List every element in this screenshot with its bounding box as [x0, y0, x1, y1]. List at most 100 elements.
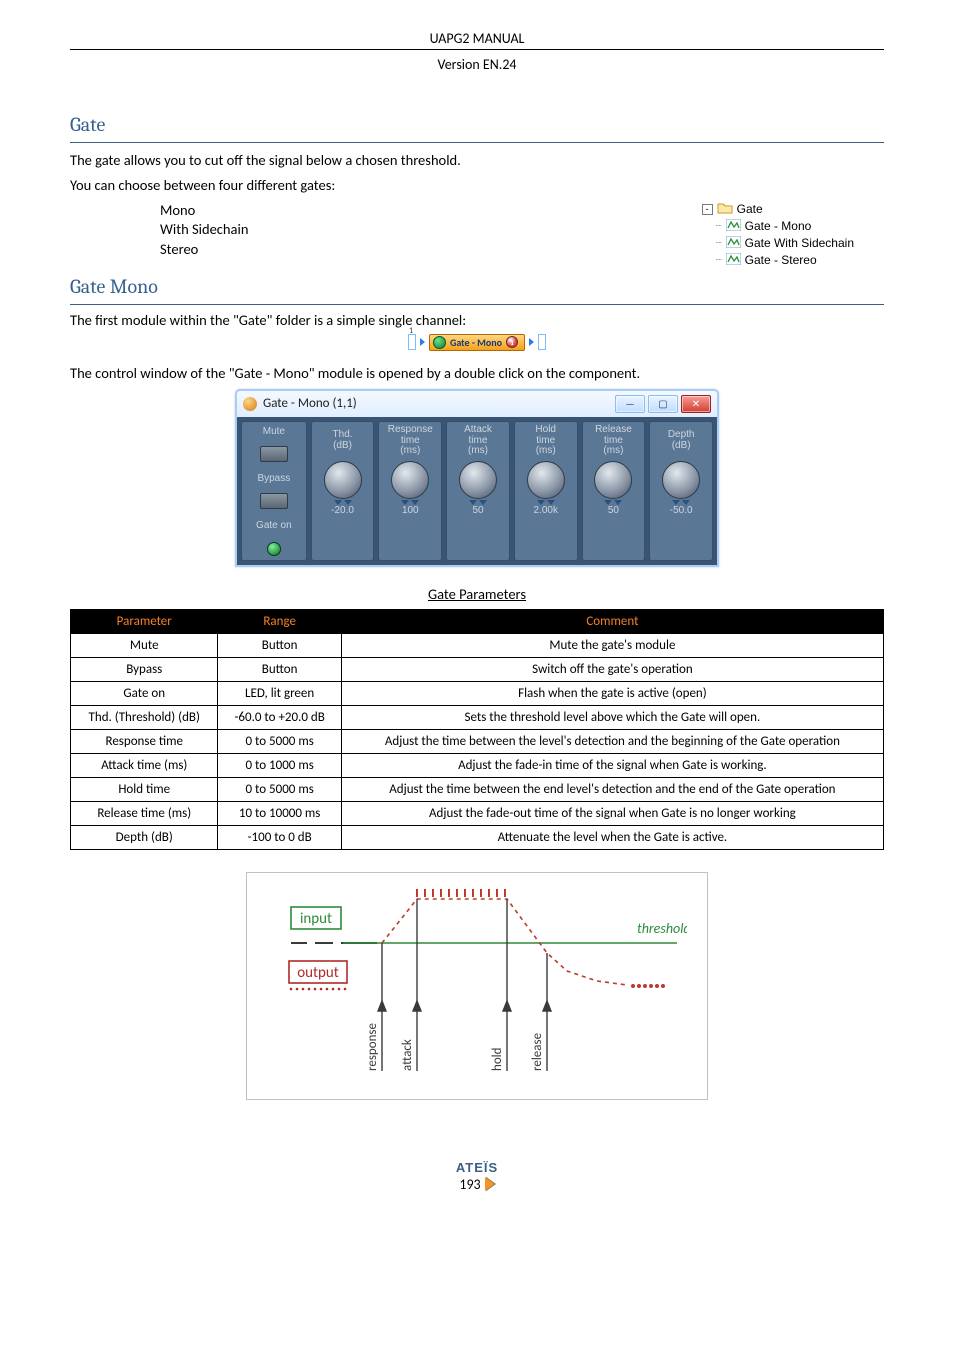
table-cell: -100 to 0 dB: [218, 825, 341, 849]
table-row: Release time (ms)10 to 10000 msAdjust th…: [71, 801, 884, 825]
tree-root-row[interactable]: - Gate: [702, 201, 854, 218]
table-cell: Attack time (ms): [71, 753, 218, 777]
knob-value: 50: [608, 505, 619, 516]
close-button[interactable]: ✕: [681, 395, 711, 413]
diagram-threshold-label: threshold: [637, 920, 687, 937]
mute-button[interactable]: [260, 446, 288, 462]
page-footer: ATEÏS 193: [70, 1160, 884, 1193]
tree-item[interactable]: ┈ Gate - Mono: [702, 218, 854, 235]
table-cell: Mute: [71, 633, 218, 657]
tree-item-label: Gate - Mono: [745, 219, 812, 233]
footer-triangle-icon: [485, 1177, 495, 1191]
table-cell: Depth (dB): [71, 825, 218, 849]
node-icon: [726, 219, 741, 234]
table-cell: Gate on: [71, 681, 218, 705]
bypass-label: Bypass: [257, 472, 290, 486]
knob-value: 2.00k: [533, 505, 557, 516]
window-gear-icon: [243, 397, 257, 411]
folder-icon: [717, 201, 733, 217]
gate-type-item: Stereo: [160, 240, 248, 260]
gate-on-label: Gate on: [256, 519, 292, 533]
knob-value: -50.0: [670, 505, 693, 516]
table-cell: 0 to 1000 ms: [218, 753, 341, 777]
folder-tree: - Gate ┈ Gate - Mono ┈ Gate With Sidecha…: [702, 201, 854, 269]
table-cell: Release time (ms): [71, 801, 218, 825]
tree-item[interactable]: ┈ Gate With Sidechain: [702, 235, 854, 252]
table-cell: 0 to 5000 ms: [218, 777, 341, 801]
attack-knob[interactable]: [459, 461, 497, 499]
table-row: Thd. (Threshold) (dB)-60.0 to +20.0 dBSe…: [71, 705, 884, 729]
module-chip[interactable]: Gate - Mono 1: [408, 334, 546, 351]
table-cell: LED, lit green: [218, 681, 341, 705]
chip-input-port-icon: [408, 334, 416, 350]
knob-label: Thd.(dB): [333, 425, 353, 457]
gate-intro-2: You can choose between four different ga…: [70, 176, 884, 195]
release-knob[interactable]: [594, 461, 632, 499]
gate-mono-text-2: The control window of the "Gate - Mono" …: [70, 364, 884, 383]
window-title: Gate - Mono (1,1): [263, 396, 357, 411]
table-header-cell: Parameter: [71, 609, 218, 633]
knob-value: -20.0: [331, 505, 354, 516]
table-cell: Mute the gate's module: [341, 633, 883, 657]
table-row: MuteButtonMute the gate's module: [71, 633, 884, 657]
table-cell: Adjust the time between the level's dete…: [341, 729, 883, 753]
gate-mono-window: Gate - Mono (1,1) — ▢ ✕ Mute Bypass Gate…: [235, 389, 719, 567]
table-cell: 0 to 5000 ms: [218, 729, 341, 753]
chip-output-port-icon: [538, 334, 546, 350]
footer-brand: ATEÏS: [70, 1160, 884, 1175]
node-icon: [726, 253, 741, 268]
diagram-output-label: output: [297, 964, 339, 982]
diagram-axis-hold: hold: [490, 1047, 505, 1071]
table-cell: Bypass: [71, 657, 218, 681]
gate-parameters-table: Parameter Range Comment MuteButtonMute t…: [70, 609, 884, 850]
table-cell: Switch off the gate's operation: [341, 657, 883, 681]
table-cell: Adjust the fade-in time of the signal wh…: [341, 753, 883, 777]
section-title-gate: Gate: [70, 113, 884, 143]
table-row: Hold time0 to 5000 msAdjust the time bet…: [71, 777, 884, 801]
chip-arrow-icon: [420, 338, 425, 346]
table-cell: Flash when the gate is active (open): [341, 681, 883, 705]
diagram-axis-attack: attack: [400, 1039, 415, 1071]
release-knob-panel: Releasetime(ms) 50: [582, 421, 646, 561]
threshold-knob[interactable]: [324, 461, 362, 499]
version-text: Version EN.24: [70, 56, 884, 73]
chip-count-badge: 1: [506, 336, 518, 348]
table-cell: Adjust the fade-out time of the signal w…: [341, 801, 883, 825]
mute-label: Mute: [263, 425, 285, 439]
window-titlebar[interactable]: Gate - Mono (1,1) — ▢ ✕: [237, 391, 717, 417]
table-row: Depth (dB)-100 to 0 dBAttenuate the leve…: [71, 825, 884, 849]
table-header-cell: Range: [218, 609, 341, 633]
node-icon: [726, 236, 741, 251]
table-cell: Hold time: [71, 777, 218, 801]
table-cell: Sets the threshold level above which the…: [341, 705, 883, 729]
diagram-axis-response: response: [365, 1023, 380, 1071]
attack-knob-panel: Attacktime(ms) 50: [446, 421, 510, 561]
table-cell: 10 to 10000 ms: [218, 801, 341, 825]
tree-item[interactable]: ┈ Gate - Stereo: [702, 252, 854, 269]
minimize-button[interactable]: —: [615, 395, 645, 413]
table-cell: Adjust the time between the end level's …: [341, 777, 883, 801]
table-body: MuteButtonMute the gate's moduleBypassBu…: [71, 633, 884, 849]
knob-label: Attacktime(ms): [464, 425, 492, 457]
hold-knob[interactable]: [527, 461, 565, 499]
gate-intro-1: The gate allows you to cut off the signa…: [70, 151, 884, 170]
chip-arrow-icon: [529, 338, 534, 346]
chip-body: Gate - Mono 1: [429, 334, 525, 351]
tree-collapse-icon[interactable]: -: [702, 204, 713, 215]
depth-knob[interactable]: [662, 461, 700, 499]
bypass-button[interactable]: [260, 493, 288, 509]
diagram-axis-release: release: [530, 1033, 545, 1071]
table-row: Response time0 to 5000 msAdjust the time…: [71, 729, 884, 753]
footer-page-number: 193: [459, 1176, 480, 1193]
table-cell: Button: [218, 657, 341, 681]
gate-mono-text-1: The first module within the "Gate" folde…: [70, 311, 884, 330]
hold-knob-panel: Holdtime(ms) 2.00k: [514, 421, 578, 561]
gate-type-item: With Sidechain: [160, 220, 248, 240]
table-cell: Attenuate the level when the Gate is act…: [341, 825, 883, 849]
gate-type-item: Mono: [160, 201, 248, 221]
tree-item-label: Gate - Stereo: [745, 253, 817, 267]
maximize-button[interactable]: ▢: [648, 395, 678, 413]
table-row: Gate onLED, lit greenFlash when the gate…: [71, 681, 884, 705]
response-knob[interactable]: [391, 461, 429, 499]
depth-knob-panel: Depth(dB) -50.0: [649, 421, 713, 561]
